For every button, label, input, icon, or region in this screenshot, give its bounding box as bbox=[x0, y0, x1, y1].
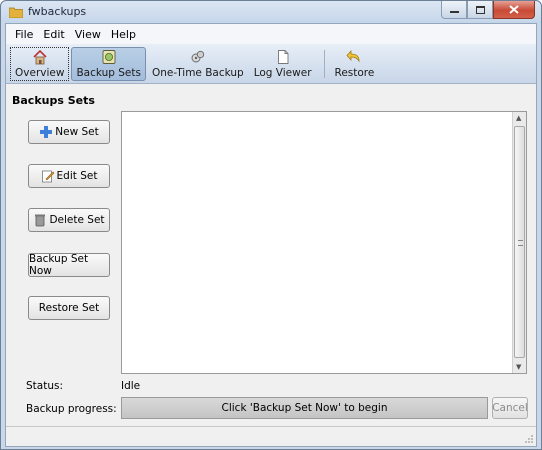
caption-buttons bbox=[441, 1, 535, 19]
cancel-button[interactable]: Cancel bbox=[492, 397, 528, 419]
backup-sets-list[interactable]: ▲ ▼ bbox=[121, 111, 527, 374]
toolbar-log-viewer[interactable]: Log Viewer bbox=[250, 47, 316, 81]
home-icon bbox=[33, 49, 47, 64]
toolbar-log-viewer-label: Log Viewer bbox=[253, 66, 312, 79]
edit-icon bbox=[41, 170, 54, 183]
trash-icon bbox=[35, 214, 46, 227]
backup-set-now-button[interactable]: Backup Set Now bbox=[28, 253, 110, 277]
minimize-icon bbox=[449, 11, 459, 13]
menu-view[interactable]: View bbox=[70, 28, 106, 41]
toolbar-restore[interactable]: Restore bbox=[331, 47, 379, 81]
client-area: File Edit View Help Overview Backup Sets bbox=[5, 23, 537, 447]
status-label: Status: bbox=[26, 380, 63, 392]
delete-set-label: Delete Set bbox=[49, 214, 105, 226]
toolbar-overview-label: Overview bbox=[15, 66, 65, 79]
backup-sets-icon bbox=[102, 49, 116, 64]
one-time-backup-icon bbox=[191, 50, 204, 62]
maximize-icon bbox=[475, 5, 485, 14]
vertical-scrollbar[interactable]: ▲ ▼ bbox=[512, 112, 526, 373]
title-bar[interactable]: fwbackups bbox=[1, 1, 541, 23]
document-icon bbox=[277, 49, 289, 64]
toolbar-overview[interactable]: Overview bbox=[10, 46, 70, 81]
maximize-button[interactable] bbox=[467, 1, 493, 19]
menu-bar: File Edit View Help bbox=[6, 24, 536, 44]
section-title: Backups Sets bbox=[12, 94, 95, 107]
backup-progress-bar: Click 'Backup Set Now' to begin bbox=[121, 397, 488, 419]
backup-set-now-label: Backup Set Now bbox=[29, 253, 89, 277]
toolbar-backup-sets-label: Backup Sets bbox=[76, 66, 141, 79]
menu-file[interactable]: File bbox=[10, 28, 38, 41]
progress-text: Click 'Backup Set Now' to begin bbox=[221, 402, 388, 414]
new-set-label: New Set bbox=[55, 126, 99, 138]
toolbar-backup-sets[interactable]: Backup Sets bbox=[71, 46, 146, 81]
menu-help[interactable]: Help bbox=[106, 28, 141, 41]
plus-icon bbox=[40, 126, 53, 138]
toolbar-one-time-backup-label: One-Time Backup bbox=[151, 66, 244, 79]
resize-grip-icon[interactable] bbox=[524, 434, 534, 444]
window-title: fwbackups bbox=[28, 5, 87, 18]
toolbar-separator bbox=[323, 49, 325, 78]
scroll-down-icon[interactable]: ▼ bbox=[516, 363, 521, 371]
scroll-up-icon[interactable]: ▲ bbox=[516, 114, 521, 122]
menu-edit[interactable]: Edit bbox=[38, 28, 69, 41]
new-set-button[interactable]: New Set bbox=[28, 120, 110, 144]
status-value: Idle bbox=[121, 380, 141, 392]
toolbar-one-time-backup[interactable]: One-Time Backup bbox=[148, 47, 248, 81]
minimize-button[interactable] bbox=[441, 1, 467, 19]
restore-icon bbox=[346, 49, 360, 63]
restore-set-button[interactable]: Restore Set bbox=[28, 296, 110, 320]
edit-set-button[interactable]: Edit Set bbox=[28, 164, 110, 188]
delete-set-button[interactable]: Delete Set bbox=[28, 208, 110, 232]
close-button[interactable] bbox=[493, 1, 535, 19]
close-icon bbox=[509, 5, 519, 14]
folder-icon bbox=[9, 7, 23, 18]
scroll-thumb[interactable] bbox=[514, 126, 525, 358]
toolbar: Overview Backup Sets One-Time Backup Log… bbox=[6, 44, 536, 84]
backup-progress-label: Backup progress: bbox=[26, 403, 117, 415]
edit-set-label: Edit Set bbox=[56, 170, 98, 182]
cancel-label: Cancel bbox=[492, 402, 528, 414]
app-window: fwbackups File Edit View Help Overview B… bbox=[0, 0, 542, 450]
status-bar bbox=[6, 426, 536, 446]
restore-set-label: Restore Set bbox=[38, 302, 100, 314]
toolbar-restore-label: Restore bbox=[334, 66, 375, 79]
scroll-grip bbox=[518, 240, 523, 246]
